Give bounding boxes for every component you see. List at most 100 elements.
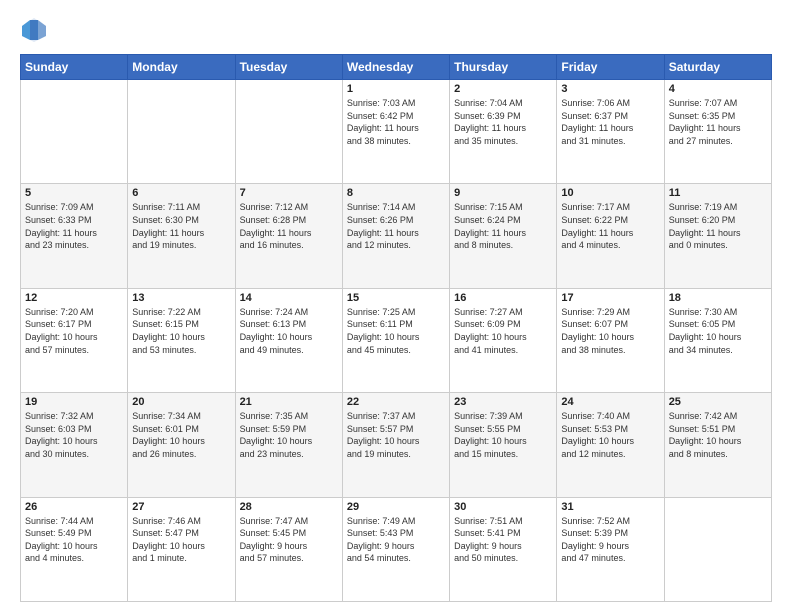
cell-info: Daylight: 10 hours xyxy=(132,540,230,553)
day-number: 17 xyxy=(561,292,659,304)
day-number: 23 xyxy=(454,396,552,408)
day-number: 13 xyxy=(132,292,230,304)
calendar-cell: 18Sunrise: 7:30 AMSunset: 6:05 PMDayligh… xyxy=(664,288,771,392)
cell-info: Sunrise: 7:07 AM xyxy=(669,97,767,110)
cell-info: Sunrise: 7:24 AM xyxy=(240,306,338,319)
day-number: 4 xyxy=(669,83,767,95)
cell-info: and 19 minutes. xyxy=(347,448,445,461)
day-header-tuesday: Tuesday xyxy=(235,55,342,80)
cell-info: Daylight: 10 hours xyxy=(561,331,659,344)
cell-info: Sunrise: 7:30 AM xyxy=(669,306,767,319)
calendar-cell xyxy=(21,80,128,184)
day-number: 18 xyxy=(669,292,767,304)
cell-info: Sunset: 6:13 PM xyxy=(240,318,338,331)
cell-info: Daylight: 10 hours xyxy=(454,331,552,344)
cell-info: Sunset: 6:39 PM xyxy=(454,110,552,123)
cell-info: Daylight: 10 hours xyxy=(669,331,767,344)
cell-info: Sunrise: 7:39 AM xyxy=(454,410,552,423)
cell-info: and 27 minutes. xyxy=(669,135,767,148)
cell-info: and 8 minutes. xyxy=(454,239,552,252)
day-number: 15 xyxy=(347,292,445,304)
cell-info: Sunrise: 7:52 AM xyxy=(561,515,659,528)
cell-info: Sunrise: 7:49 AM xyxy=(347,515,445,528)
day-number: 20 xyxy=(132,396,230,408)
cell-info: Sunset: 6:30 PM xyxy=(132,214,230,227)
day-number: 7 xyxy=(240,187,338,199)
day-number: 21 xyxy=(240,396,338,408)
cell-info: Sunset: 6:20 PM xyxy=(669,214,767,227)
cell-info: Sunrise: 7:42 AM xyxy=(669,410,767,423)
calendar-cell: 23 Sunrise: 7:39 AMSunset: 5:55 PMDayligh… xyxy=(450,393,557,497)
cell-info: Sunrise: 7:12 AM xyxy=(240,201,338,214)
cell-info: Sunrise: 7:17 AM xyxy=(561,201,659,214)
cell-info: Sunrise: 7:47 AM xyxy=(240,515,338,528)
cell-info: Daylight: 9 hours xyxy=(561,540,659,553)
cell-info: Sunset: 6:28 PM xyxy=(240,214,338,227)
cell-info: and 38 minutes. xyxy=(347,135,445,148)
day-number: 6 xyxy=(132,187,230,199)
day-number: 8 xyxy=(347,187,445,199)
day-header-thursday: Thursday xyxy=(450,55,557,80)
cell-info: Sunset: 6:09 PM xyxy=(454,318,552,331)
day-header-wednesday: Wednesday xyxy=(342,55,449,80)
calendar-header-row: SundayMondayTuesdayWednesdayThursdayFrid… xyxy=(21,55,772,80)
day-number: 26 xyxy=(25,501,123,513)
calendar-cell: 28Sunrise: 7:47 AMSunset: 5:45 PMDayligh… xyxy=(235,497,342,601)
cell-info: Daylight: 9 hours xyxy=(454,540,552,553)
cell-info: Sunrise: 7:29 AM xyxy=(561,306,659,319)
day-number: 31 xyxy=(561,501,659,513)
cell-info: Sunrise: 7:22 AM xyxy=(132,306,230,319)
cell-info: and 49 minutes. xyxy=(240,344,338,357)
day-number: 22 xyxy=(347,396,445,408)
cell-info: and 53 minutes. xyxy=(132,344,230,357)
calendar-cell: 14Sunrise: 7:24 AMSunset: 6:13 PMDayligh… xyxy=(235,288,342,392)
week-row-1: 1Sunrise: 7:03 AMSunset: 6:42 PMDaylight… xyxy=(21,80,772,184)
day-header-friday: Friday xyxy=(557,55,664,80)
cell-info: Sunset: 5:55 PM xyxy=(454,423,552,436)
cell-info: Sunrise: 7:27 AM xyxy=(454,306,552,319)
cell-info: and 57 minutes. xyxy=(25,344,123,357)
cell-info: and 50 minutes. xyxy=(454,552,552,565)
cell-info: Sunrise: 7:06 AM xyxy=(561,97,659,110)
cell-info: Sunset: 5:43 PM xyxy=(347,527,445,540)
cell-info: Daylight: 11 hours xyxy=(669,122,767,135)
day-number: 12 xyxy=(25,292,123,304)
cell-info: Sunset: 6:17 PM xyxy=(25,318,123,331)
cell-info: Sunset: 6:37 PM xyxy=(561,110,659,123)
cell-info: Sunrise: 7:37 AM xyxy=(347,410,445,423)
calendar-cell: 20Sunrise: 7:34 AMSunset: 6:01 PMDayligh… xyxy=(128,393,235,497)
calendar-cell: 29Sunrise: 7:49 AMSunset: 5:43 PMDayligh… xyxy=(342,497,449,601)
day-number: 19 xyxy=(25,396,123,408)
cell-info: Daylight: 10 hours xyxy=(347,435,445,448)
logo xyxy=(20,16,52,44)
day-number: 29 xyxy=(347,501,445,513)
day-number: 5 xyxy=(25,187,123,199)
cell-info: Daylight: 10 hours xyxy=(669,435,767,448)
cell-info: and 45 minutes. xyxy=(347,344,445,357)
day-number: 30 xyxy=(454,501,552,513)
cell-info: Daylight: 10 hours xyxy=(132,331,230,344)
day-number: 9 xyxy=(454,187,552,199)
cell-info: Sunrise: 7:04 AM xyxy=(454,97,552,110)
cell-info: Sunset: 5:53 PM xyxy=(561,423,659,436)
cell-info: Daylight: 11 hours xyxy=(561,122,659,135)
page: SundayMondayTuesdayWednesdayThursdayFrid… xyxy=(0,0,792,612)
cell-info: Daylight: 10 hours xyxy=(240,331,338,344)
cell-info: Sunrise: 7:19 AM xyxy=(669,201,767,214)
cell-info: and 38 minutes. xyxy=(561,344,659,357)
cell-info: Daylight: 10 hours xyxy=(454,435,552,448)
cell-info: Sunset: 6:03 PM xyxy=(25,423,123,436)
cell-info: and 12 minutes. xyxy=(561,448,659,461)
calendar-cell: 3Sunrise: 7:06 AMSunset: 6:37 PMDaylight… xyxy=(557,80,664,184)
cell-info: Daylight: 10 hours xyxy=(347,331,445,344)
cell-info: and 23 minutes. xyxy=(25,239,123,252)
cell-info: Sunrise: 7:40 AM xyxy=(561,410,659,423)
calendar-cell: 22Sunrise: 7:37 AMSunset: 5:57 PMDayligh… xyxy=(342,393,449,497)
calendar-cell: 15Sunrise: 7:25 AMSunset: 6:11 PMDayligh… xyxy=(342,288,449,392)
calendar-cell: 11Sunrise: 7:19 AMSunset: 6:20 PMDayligh… xyxy=(664,184,771,288)
cell-info: and 1 minute. xyxy=(132,552,230,565)
cell-info: Sunrise: 7:03 AM xyxy=(347,97,445,110)
day-number: 16 xyxy=(454,292,552,304)
cell-info: Sunrise: 7:09 AM xyxy=(25,201,123,214)
header xyxy=(20,16,772,44)
